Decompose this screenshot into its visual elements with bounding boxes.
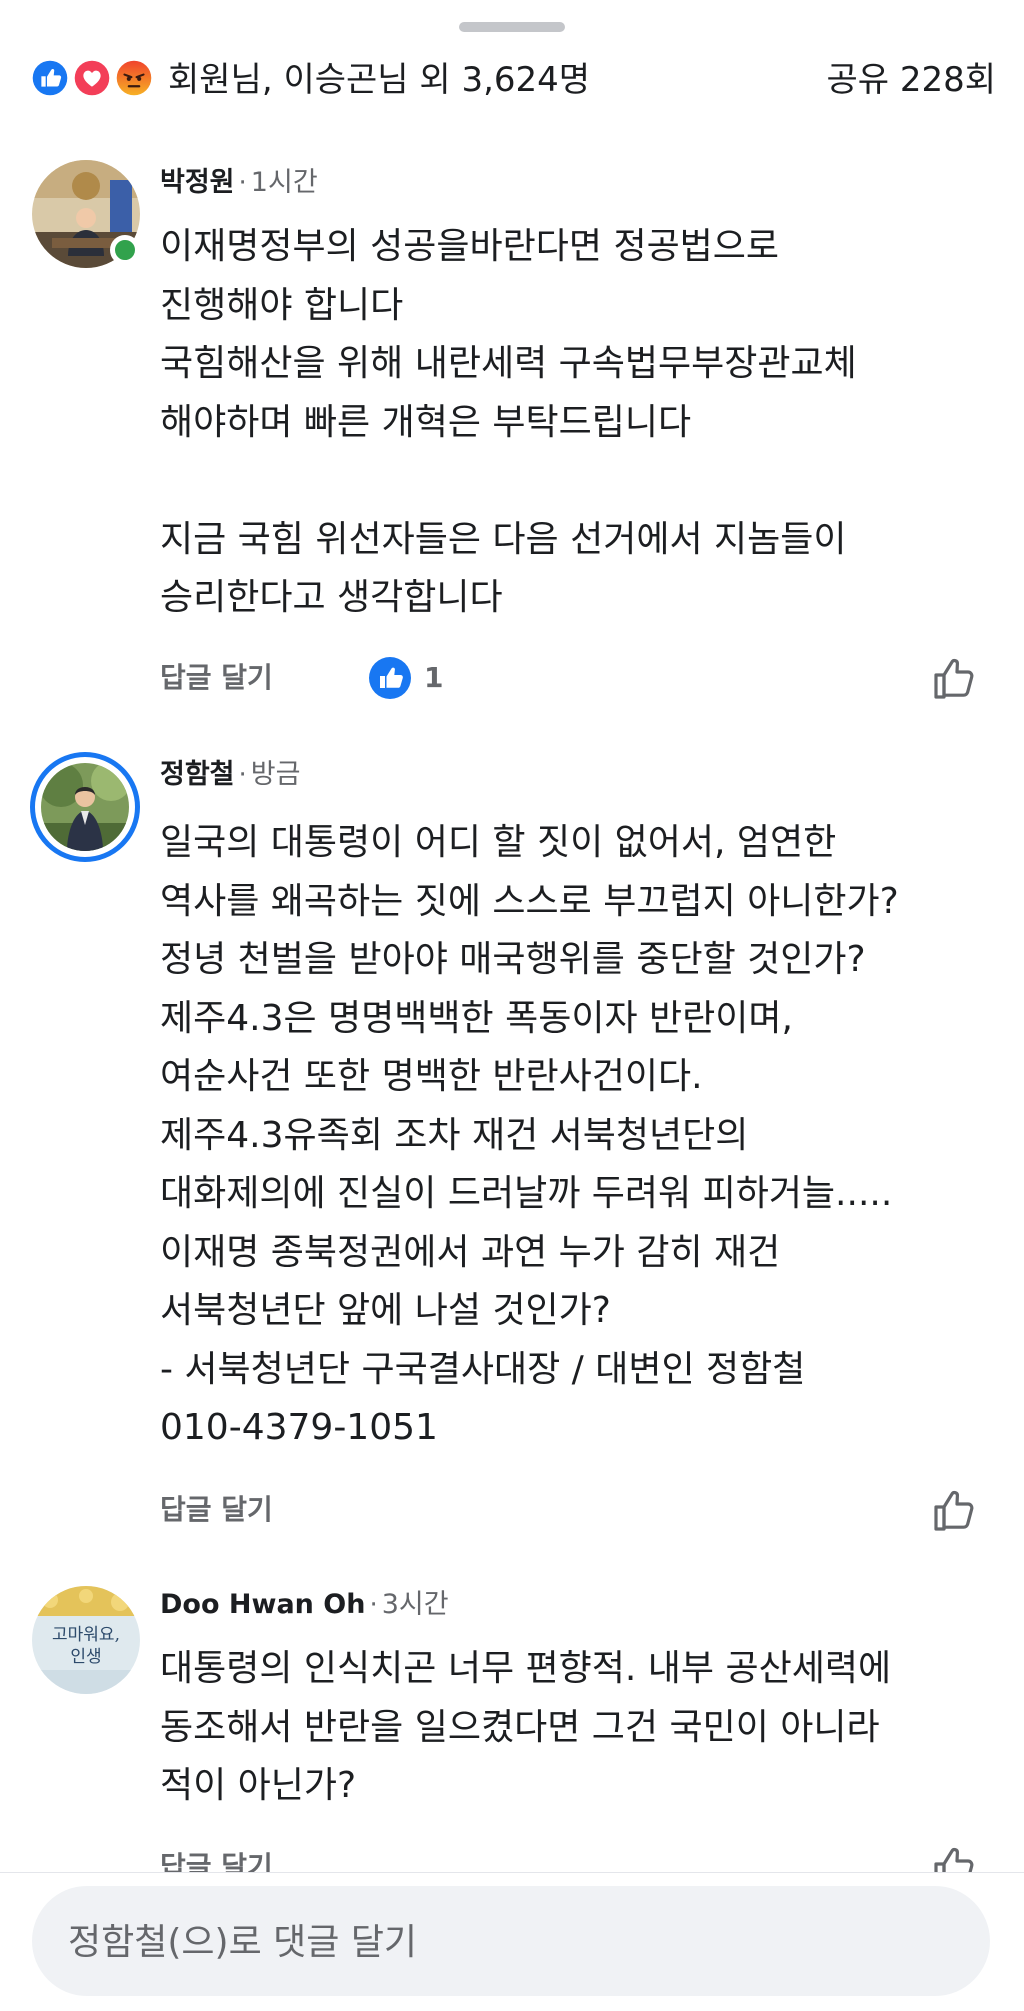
thumbs-up-icon (934, 1490, 974, 1531)
comment-body: 이재명정부의 성공을바란다면 정공법으로 진행해야 합니다 국힘해산을 위해 내… (160, 218, 1000, 628)
comment-line: 적이 아닌가? (160, 1765, 357, 1806)
like-button[interactable] (930, 1485, 980, 1535)
separator-dot: · (369, 1590, 378, 1620)
comment-line (160, 452, 1000, 511)
comment-line: - 서북청년단 구국결사대장 / 대변인 정함철 (160, 1348, 806, 1390)
comment-line: 010-4379-1051 (160, 1407, 438, 1448)
thumbs-up-icon (934, 658, 974, 699)
reply-button[interactable]: 답글 달기 (160, 1485, 273, 1535)
comment-line: 제주4.3은 명명백백한 폭동이자 반란이며, (160, 997, 793, 1039)
comment-time[interactable]: 3시간 (382, 1589, 449, 1620)
reaction-count-number: 1 (424, 661, 444, 694)
like-icon (28, 56, 72, 100)
comment-line: 동조해서 반란을 일으켰다면 그건 국민이 아니라 (160, 1706, 880, 1748)
reaction-summary: 회원님, 이승곤님 외 3,624명 공유 228회 (28, 52, 996, 108)
reaction-summary-text[interactable]: 회원님, 이승곤님 외 3,624명 (168, 52, 590, 108)
love-icon (70, 56, 114, 100)
comment-line: 진행해야 합니다 (160, 284, 404, 326)
comment-line: 정녕 천벌을 받아야 매국행위를 중단할 것인가? (160, 939, 866, 980)
comment-actions: 답글 달기 (160, 1485, 1000, 1535)
comments-sheet: 회원님, 이승곤님 외 3,624명 공유 228회 박정원 · 1시간 이재명정부… (0, 0, 1024, 2011)
comment-composer[interactable] (32, 1886, 990, 1998)
comment-line: 국힘해산을 위해 내란세력 구속법무부장관교체 (160, 343, 857, 384)
comment-line: 역사를 왜곡하는 짓에 스스로 부끄럽지 아니한가? (160, 880, 899, 922)
avatar[interactable]: 고마워요, 인생 (32, 1586, 140, 1694)
comment-body: 대통령의 인식치곤 너무 편향적. 내부 공산세력에 동조해서 반란을 일으켰다… (160, 1640, 1000, 1816)
separator-dot: · (238, 168, 247, 198)
like-icon (369, 657, 411, 699)
comment-actions: 답글 달기 1 (160, 653, 1000, 703)
comment-line: 여순사건 또한 명백한 반란사건이다. (160, 1056, 703, 1097)
reply-button[interactable]: 답글 달기 (160, 653, 273, 703)
angry-icon (112, 56, 156, 100)
comment-line: 대통령의 인식치곤 너무 편향적. 내부 공산세력에 (160, 1648, 892, 1689)
comment-meta: 박정원 · 1시간 (160, 163, 318, 203)
comment-line: 이재명 종북정권에서 과연 누가 감히 재건 (160, 1231, 781, 1273)
comment-author[interactable]: Doo Hwan Oh (160, 1589, 365, 1620)
comment-meta: 정함철 · 방금 (160, 755, 300, 795)
comment-line: 해야하며 빠른 개혁은 부탁드립니다 (160, 401, 692, 443)
comment-author[interactable]: 정함철 (160, 759, 235, 790)
comment-line: 제주4.3유족회 조차 재건 서북청년단의 (160, 1114, 749, 1156)
online-status-indicator (110, 235, 140, 265)
like-button[interactable] (930, 653, 980, 703)
sheet-drag-handle[interactable] (459, 22, 565, 32)
comment-line: 이재명정부의 성공을바란다면 정공법으로 (160, 226, 780, 267)
comment-line: 일국의 대통령이 어디 할 짓이 없어서, 엄연한 (160, 822, 837, 863)
comment-line: 지금 국힘 위선자들은 다음 선거에서 지놈들이 (160, 518, 847, 560)
avatar[interactable] (30, 752, 140, 862)
comment-line: 서북청년단 앞에 나설 것인가? (160, 1290, 611, 1331)
comment-time[interactable]: 1시간 (251, 167, 318, 198)
reaction-icons[interactable] (28, 56, 160, 102)
comment-line: 승리한다고 생각합니다 (160, 577, 503, 618)
comment-meta: Doo Hwan Oh · 3시간 (160, 1585, 449, 1625)
comment-time[interactable]: 방금 (251, 759, 301, 790)
comment-author[interactable]: 박정원 (160, 167, 235, 198)
share-count[interactable]: 공유 228회 (826, 52, 996, 108)
comment-line: 대화제의에 진실이 드러날까 두려워 피하거늘..... (160, 1173, 893, 1214)
comment-input[interactable] (66, 1886, 960, 1998)
comment-body: 일국의 대통령이 어디 할 짓이 없어서, 엄연한 역사를 왜곡하는 짓에 스스… (160, 814, 1000, 1458)
separator-dot: · (238, 760, 247, 790)
